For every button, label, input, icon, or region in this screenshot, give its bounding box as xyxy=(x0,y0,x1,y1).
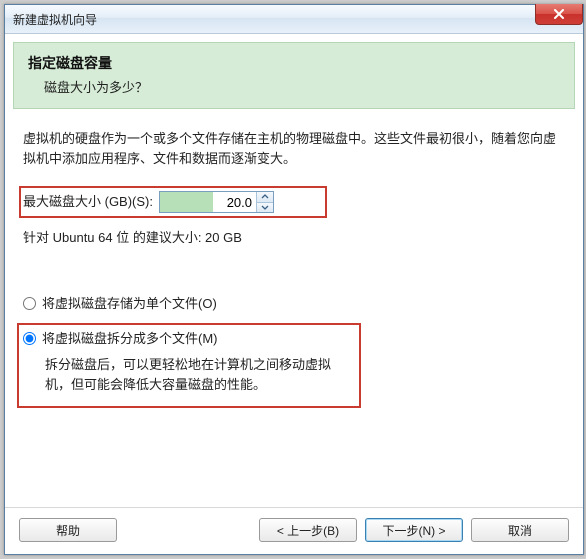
disk-size-row: 最大磁盘大小 (GB)(S): xyxy=(19,186,327,218)
header-panel: 指定磁盘容量 磁盘大小为多少？ xyxy=(13,42,575,109)
chevron-up-icon xyxy=(261,194,269,199)
next-button[interactable]: 下一步(N) > xyxy=(365,518,463,542)
close-icon xyxy=(553,9,565,19)
cancel-button[interactable]: 取消 xyxy=(471,518,569,542)
spinner-up-button[interactable] xyxy=(257,192,273,203)
split-description: 拆分磁盘后，可以更轻松地在计算机之间移动虚拟机，但可能会降低大容量磁盘的性能。 xyxy=(23,351,353,399)
header-title: 指定磁盘容量 xyxy=(28,53,560,73)
split-option-box: 将虚拟磁盘拆分成多个文件(M) 拆分磁盘后，可以更轻松地在计算机之间移动虚拟机，… xyxy=(17,323,361,408)
disk-size-spinner xyxy=(159,191,274,213)
radio-split-file-input[interactable] xyxy=(23,332,36,345)
titlebar: 新建虚拟机向导 xyxy=(5,5,583,34)
description-text: 虚拟机的硬盘作为一个或多个文件存储在主机的物理磁盘中。这些文件最初很小，随着您向… xyxy=(23,129,565,168)
close-button[interactable] xyxy=(535,4,583,25)
disk-size-input[interactable] xyxy=(160,192,256,212)
header-subtitle: 磁盘大小为多少？ xyxy=(28,77,560,96)
chevron-down-icon xyxy=(261,205,269,210)
radio-single-file-label: 将虚拟磁盘存储为单个文件(O) xyxy=(42,294,217,314)
content-area: 虚拟机的硬盘作为一个或多个文件存储在主机的物理磁盘中。这些文件最初很小，随着您向… xyxy=(5,109,583,507)
spinner-down-button[interactable] xyxy=(257,203,273,213)
window-title: 新建虚拟机向导 xyxy=(13,11,97,28)
back-button[interactable]: < 上一步(B) xyxy=(259,518,357,542)
radio-split-file-label: 将虚拟磁盘拆分成多个文件(M) xyxy=(42,329,218,349)
radio-single-file[interactable]: 将虚拟磁盘存储为单个文件(O) xyxy=(23,294,565,314)
wizard-window: 新建虚拟机向导 指定磁盘容量 磁盘大小为多少？ 虚拟机的硬盘作为一个或多个文件存… xyxy=(4,4,584,555)
footer: 帮助 < 上一步(B) 下一步(N) > 取消 xyxy=(5,507,583,554)
radio-split-file[interactable]: 将虚拟磁盘拆分成多个文件(M) xyxy=(23,329,353,349)
spinner-buttons xyxy=(256,192,273,212)
disk-size-label: 最大磁盘大小 (GB)(S): xyxy=(21,192,153,212)
help-button[interactable]: 帮助 xyxy=(19,518,117,542)
radio-single-file-input[interactable] xyxy=(23,297,36,310)
recommendation-text: 针对 Ubuntu 64 位 的建议大小: 20 GB xyxy=(23,228,565,248)
